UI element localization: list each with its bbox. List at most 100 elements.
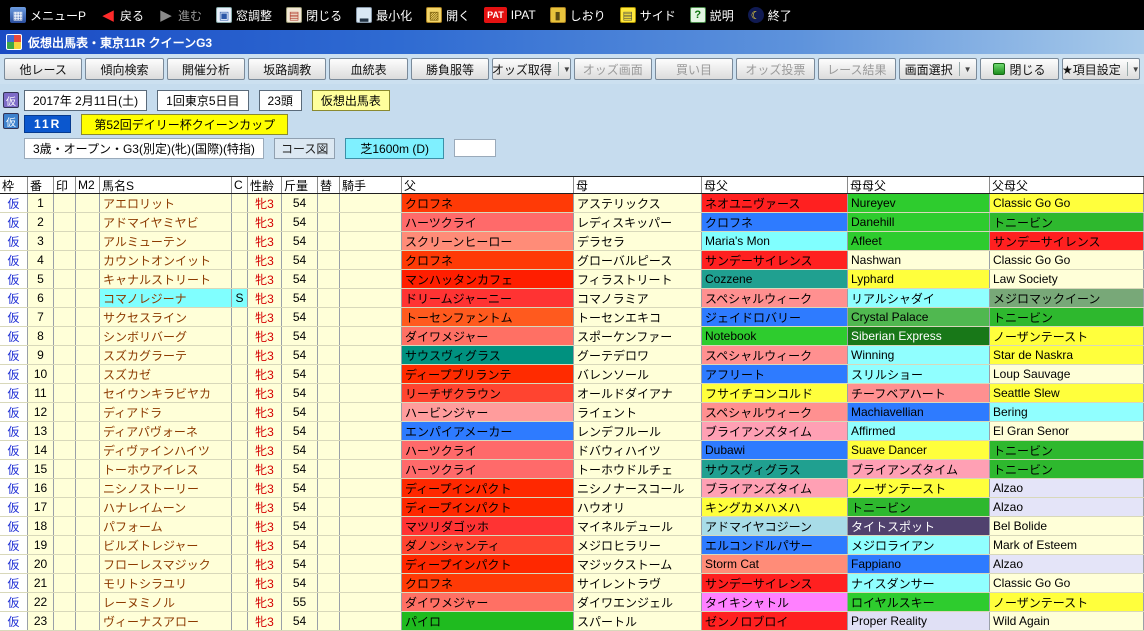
column-header-8[interactable]: 替: [318, 177, 340, 193]
table-row[interactable]: 仮 1 アエロリット 牝3 54 クロフネ アステリックス ネオユニヴァース Nureyev Cl…: [0, 194, 1144, 213]
cell-damsire: アドマイヤコジーン: [702, 517, 848, 535]
table-row[interactable]: 仮 22 レーヌミノル 牝3 55 ダイワメジャー ダイワエンジェル タイキシャトル ロイヤルス…: [0, 593, 1144, 612]
table-row[interactable]: 仮 17 ハナレイムーン 牝3 54 ディープインパクト ハウオリ キングカメハメハ トニービン…: [0, 498, 1144, 517]
open-button[interactable]: ▨ 開く: [422, 5, 474, 26]
table-row[interactable]: 仮 12 ディアドラ 牝3 54 ハービンジャー ライェント スペシャルウィーク Machiav…: [0, 403, 1144, 422]
column-header-11[interactable]: 母: [574, 177, 702, 193]
virtual-card-icon[interactable]: 仮: [3, 92, 19, 108]
column-header-10[interactable]: 父: [402, 177, 574, 193]
cell-wt: 54: [282, 365, 318, 383]
cell-damsire: スペシャルウィーク: [702, 403, 848, 421]
minimize-button[interactable]: ▂ 最小化: [352, 5, 416, 26]
cell-sds: Star de Naskra: [990, 346, 1144, 364]
column-header-13[interactable]: 母母父: [848, 177, 990, 193]
exit-button[interactable]: ☾ 終了: [744, 5, 796, 26]
item-settings-button[interactable]: ★項目設定 ▼: [1061, 58, 1141, 80]
table-row[interactable]: 仮 5 キャナルストリート 牝3 54 マンハッタンカフェ フィラストリート Cozzene L…: [0, 270, 1144, 289]
table-row[interactable]: 仮 20 フローレスマジック 牝3 54 ディープインパクト マジックストーム Storm C…: [0, 555, 1144, 574]
slope-training-button[interactable]: 坂路調教: [248, 58, 327, 80]
table-row[interactable]: 仮 16 ニシノストーリー 牝3 54 ディープインパクト ニシノナースコール ブライアンズタ…: [0, 479, 1144, 498]
help-button[interactable]: ? 説明: [686, 5, 738, 26]
table-row[interactable]: 仮 14 ディヴァインハイツ 牝3 54 ハーツクライ ドバウィハイツ Dubawi Suave…: [0, 441, 1144, 460]
close-button[interactable]: 閉じる: [980, 58, 1059, 80]
window-adjust-button[interactable]: ▣ 窓調整: [212, 5, 276, 26]
cell-mark: [54, 517, 76, 535]
table-row[interactable]: 仮 7 サクセスライン 牝3 54 トーセンファントム トーセンエキコ ジェイドロバリー Cry…: [0, 308, 1144, 327]
table-row[interactable]: 仮 13 ディアパヴォーネ 牝3 54 エンパイアメーカー レンデフルール ブライアンズタイム…: [0, 422, 1144, 441]
cell-c: [232, 346, 248, 364]
cell-waku: 仮: [0, 346, 28, 364]
cell-damsire: スペシャルウィーク: [702, 289, 848, 307]
cell-sire: ハーツクライ: [402, 460, 574, 478]
other-race-button[interactable]: 他レース: [4, 58, 83, 80]
cell-num: 22: [28, 593, 54, 611]
table-row[interactable]: 仮 15 トーホウアイレス 牝3 54 ハーツクライ トーホウドルチェ サウスヴィグラス ブライ…: [0, 460, 1144, 479]
bet-selection-button[interactable]: 買い目: [654, 58, 734, 80]
pedigree-table-button[interactable]: 血統表: [329, 58, 408, 80]
cell-dam: レディスキッパー: [574, 213, 702, 231]
cell-wt: 54: [282, 612, 318, 630]
cell-c: [232, 612, 248, 630]
odds-get-button[interactable]: オッズ取得 ▼: [492, 58, 571, 80]
table-row[interactable]: 仮 4 カウントオンイット 牝3 54 クロフネ グローバルピース サンデーサイレンス Nash…: [0, 251, 1144, 270]
table-row[interactable]: 仮 9 スズカグラーテ 牝3 54 サウスヴィグラス グーテデロワ スペシャルウィーク Winn…: [0, 346, 1144, 365]
bet-selection-label: 買い目: [676, 62, 713, 77]
cell-damsire: ブライアンズタイム: [702, 422, 848, 440]
table-row[interactable]: 仮 11 セイウンキラビヤカ 牝3 54 リーチザクラウン オールドダイアナ フサイチコンコル…: [0, 384, 1144, 403]
cell-kae: [318, 346, 340, 364]
table-row[interactable]: 仮 21 モリトシラユリ 牝3 54 クロフネ サイレントラヴ サンデーサイレンス ナイスダンサ…: [0, 574, 1144, 593]
trend-search-button[interactable]: 傾向検索: [85, 58, 164, 80]
odds-vote-button[interactable]: オッズ投票: [736, 58, 815, 80]
ipat-button[interactable]: PAT IPAT: [480, 5, 540, 25]
table-row[interactable]: 仮 10 スズカゼ 牝3 54 ディープブリランテ バレンソール アフリート スリルショー Lou…: [0, 365, 1144, 384]
table-row[interactable]: 仮 6 コマノレジーナ S 牝3 54 ドリームジャーニー コマノラミア スペシャルウィーク リア…: [0, 289, 1144, 308]
column-header-1[interactable]: 番: [28, 177, 54, 193]
column-header-3[interactable]: M2: [76, 177, 100, 193]
column-header-12[interactable]: 母父: [702, 177, 848, 193]
column-header-0[interactable]: 枠: [0, 177, 28, 193]
screen-select-button[interactable]: 画面選択 ▼: [898, 58, 978, 80]
table-row[interactable]: 仮 8 シンボリバーグ 牝3 54 ダイワメジャー スポーケンファー Notebook Sibe…: [0, 327, 1144, 346]
column-header-6[interactable]: 性齢: [248, 177, 282, 193]
column-header-5[interactable]: C: [232, 177, 248, 193]
forward-label: 進む: [178, 8, 203, 23]
race-result-button[interactable]: レース結果: [817, 58, 896, 80]
cell-kae: [318, 270, 340, 288]
column-header-7[interactable]: 斤量: [282, 177, 318, 193]
race-conditions: 3歳・オープン・G3(別定)(牝)(国際)(特指): [24, 137, 264, 159]
close-window-button[interactable]: ▤ 閉じる: [282, 5, 346, 26]
cell-jockey: [340, 194, 402, 212]
column-header-2[interactable]: 印: [54, 177, 76, 193]
bookmark-button[interactable]: ▮ しおり: [546, 5, 610, 26]
cell-dam: アステリックス: [574, 194, 702, 212]
cell-m2: [76, 460, 100, 478]
cell-sex: 牝3: [248, 441, 282, 459]
menu-p-button[interactable]: ▦ メニューP: [6, 5, 90, 26]
cell-sds: トニービン: [990, 308, 1144, 326]
table-row[interactable]: 仮 18 パフォーム 牝3 54 マツリダゴッホ マイネルデュール アドマイヤコジーン タイトス…: [0, 517, 1144, 536]
chevron-down-icon[interactable]: ▼: [557, 62, 570, 76]
silks-button[interactable]: 勝負服等: [410, 58, 490, 80]
table-row[interactable]: 仮 19 ビルズトレジャー 牝3 54 ダノンシャンティ メジロヒラリー エルコンドルパサーメ…: [0, 536, 1144, 555]
table-row[interactable]: 仮 2 アドマイヤミヤビ 牝3 54 ハーツクライ レディスキッパー クロフネ Danehill…: [0, 213, 1144, 232]
back-button[interactable]: ◀ 戻る: [96, 5, 148, 26]
column-header-4[interactable]: 馬名S: [100, 177, 232, 193]
odds-screen-button[interactable]: オッズ画面: [573, 58, 652, 80]
course-map-button[interactable]: コース図: [273, 137, 336, 159]
forward-button[interactable]: ▶ 進む: [154, 5, 206, 26]
table-row[interactable]: 仮 23 ヴィーナスアロー 牝3 54 パイロ スパートル ゼンノロブロイ Proper Rea…: [0, 612, 1144, 631]
virtual-card-nav-icon[interactable]: 仮: [3, 113, 19, 129]
cell-dam: トーホウドルチェ: [574, 460, 702, 478]
cell-m2: [76, 346, 100, 364]
chevron-down-icon[interactable]: ▼: [958, 62, 972, 76]
cell-mark: [54, 593, 76, 611]
side-button[interactable]: ▤ サイド: [616, 5, 680, 26]
chevron-down-icon[interactable]: ▼: [1126, 62, 1139, 76]
meeting-analysis-button[interactable]: 開催分析: [166, 58, 246, 80]
cell-m2: [76, 365, 100, 383]
table-row[interactable]: 仮 3 アルミューテン 牝3 54 スクリーンヒーロー デラセラ Maria's Mon Afl…: [0, 232, 1144, 251]
column-header-9[interactable]: 騎手: [340, 177, 402, 193]
cell-dam: デラセラ: [574, 232, 702, 250]
column-header-14[interactable]: 父母父: [990, 177, 1144, 193]
cell-sire: トーセンファントム: [402, 308, 574, 326]
